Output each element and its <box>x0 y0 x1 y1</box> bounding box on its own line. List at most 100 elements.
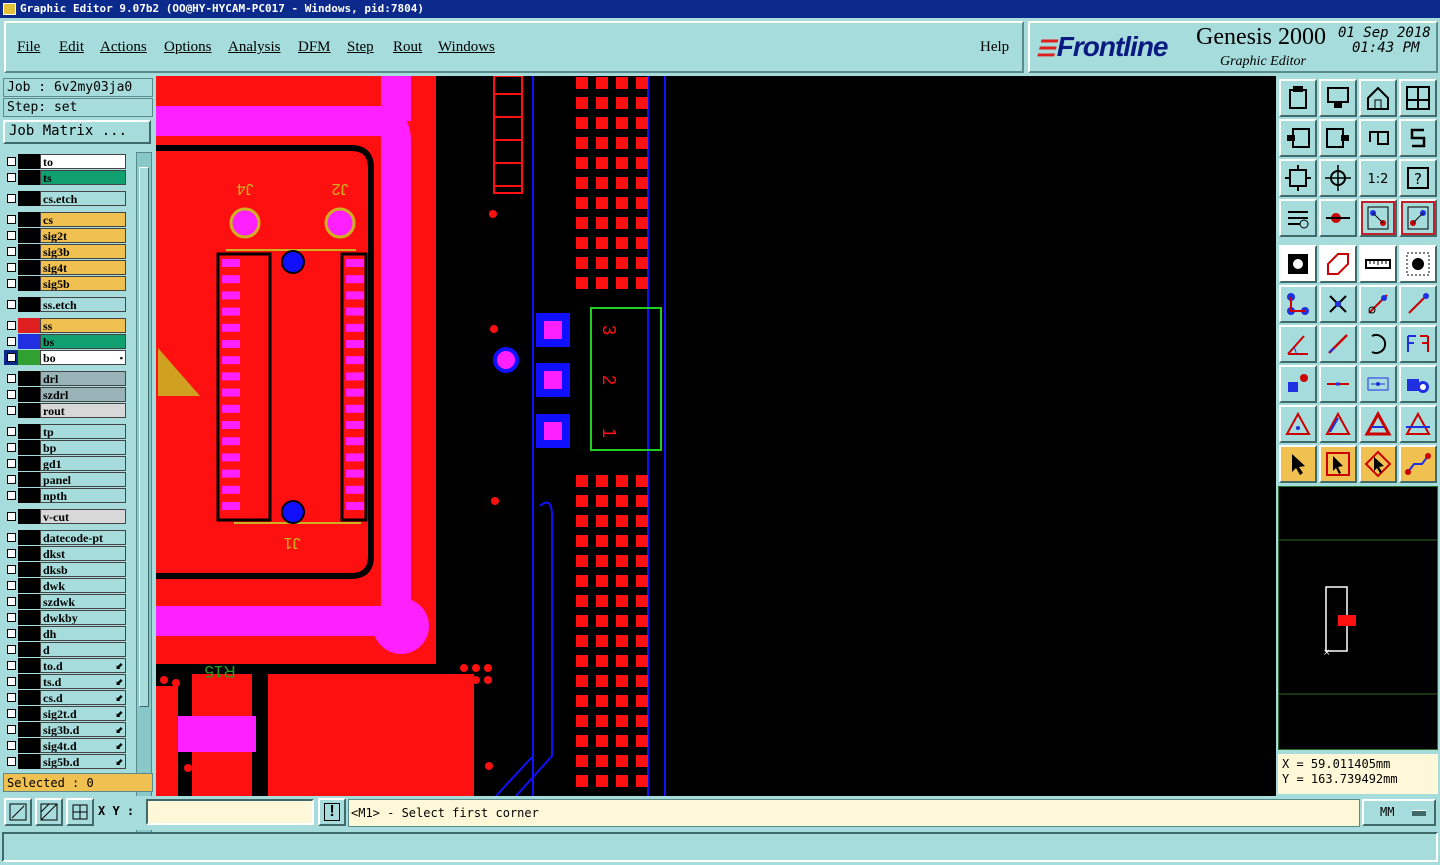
layer-color-swatch[interactable] <box>18 440 40 455</box>
layer-color-swatch[interactable] <box>18 276 40 291</box>
scroll-thumb[interactable] <box>139 167 149 707</box>
layer-checkbox[interactable] <box>4 488 18 503</box>
triangle-a-button[interactable] <box>1279 405 1317 443</box>
layer-row-sig2t-d[interactable]: sig2t.d ⬋ <box>4 706 126 721</box>
layer-checkbox[interactable] <box>4 170 18 185</box>
layer-checkbox[interactable] <box>4 276 18 291</box>
layer-checkbox[interactable] <box>4 350 18 365</box>
layer-row-cs-d[interactable]: cs.d ⬋ <box>4 690 126 705</box>
layer-color-swatch[interactable] <box>18 472 40 487</box>
layer-color-swatch[interactable] <box>18 350 40 365</box>
select-pad-button[interactable] <box>1279 365 1317 403</box>
layer-color-swatch[interactable] <box>18 318 40 333</box>
add-line-node-button[interactable] <box>1359 285 1397 323</box>
layer-checkbox[interactable] <box>4 754 18 769</box>
move-node-button[interactable] <box>1399 285 1437 323</box>
layer-name[interactable]: dksb <box>40 562 126 577</box>
layer-row-sig3b[interactable]: sig3b <box>4 244 126 259</box>
layer-checkbox[interactable] <box>4 212 18 227</box>
layer-checkbox[interactable] <box>4 546 18 561</box>
menu-options[interactable]: Options <box>164 39 212 56</box>
menu-file[interactable]: File <box>17 39 40 56</box>
layer-checkbox[interactable] <box>4 387 18 402</box>
layer-color-swatch[interactable] <box>18 424 40 439</box>
layer-name[interactable]: gd1 <box>40 456 126 471</box>
layer-name[interactable]: ss <box>40 318 126 333</box>
layer-name[interactable]: dkst <box>40 546 126 561</box>
layer-name[interactable]: panel <box>40 472 126 487</box>
select-box-button[interactable] <box>1319 445 1357 483</box>
layer-color-swatch[interactable] <box>18 642 40 657</box>
layer-color-swatch[interactable] <box>18 456 40 471</box>
prev-step-button[interactable] <box>1279 119 1317 157</box>
layer-name[interactable]: sig2t <box>40 228 126 243</box>
layer-color-swatch[interactable] <box>18 403 40 418</box>
layer-name[interactable]: sig4t <box>40 260 126 275</box>
layer-color-swatch[interactable] <box>18 546 40 561</box>
layer-checkbox[interactable] <box>4 424 18 439</box>
redraw-button[interactable] <box>1399 119 1437 157</box>
j4-pad[interactable] <box>229 207 261 239</box>
layer-color-swatch[interactable] <box>18 260 40 275</box>
layer-checkbox[interactable] <box>4 690 18 705</box>
layer-checkbox[interactable] <box>4 334 18 349</box>
home-button[interactable] <box>1359 79 1397 117</box>
net-compare-button[interactable] <box>1399 199 1437 237</box>
layer-row-dwkby[interactable]: dwkby <box>4 610 126 625</box>
layer-name[interactable]: rout <box>40 403 126 418</box>
layer-row-datecode-pt[interactable]: datecode-pt <box>4 530 126 545</box>
layer-row-drl[interactable]: drl <box>4 371 126 386</box>
undo-button[interactable] <box>1359 119 1397 157</box>
job-matrix-button[interactable]: Job Matrix ... <box>3 120 151 144</box>
layer-row-szdwk[interactable]: szdwk <box>4 594 126 609</box>
layer-row-cs[interactable]: cs <box>4 212 126 227</box>
layer-row-bp[interactable]: bp <box>4 440 126 455</box>
layer-name[interactable]: sig2t.d ⬋ <box>40 706 126 721</box>
layer-row-dksb[interactable]: dksb <box>4 562 126 577</box>
alert-button[interactable]: ! <box>318 798 346 826</box>
layer-color-swatch[interactable] <box>18 334 40 349</box>
layer-color-swatch[interactable] <box>18 297 40 312</box>
layer-name[interactable]: dwk <box>40 578 126 593</box>
select-dot-button[interactable] <box>1399 245 1437 283</box>
layer-checkbox[interactable] <box>4 610 18 625</box>
flip-f-button[interactable] <box>1399 325 1437 363</box>
layer-name[interactable]: dwkby <box>40 610 126 625</box>
layer-name[interactable]: ts <box>40 170 126 185</box>
layer-checkbox[interactable] <box>4 244 18 259</box>
edit-shape-button[interactable] <box>1319 245 1357 283</box>
layer-row-rout[interactable]: rout <box>4 403 126 418</box>
via-top[interactable] <box>281 250 305 274</box>
probe-button[interactable] <box>1319 199 1357 237</box>
layer-name[interactable]: to.d ⬋ <box>40 658 126 673</box>
select-rotate-button[interactable] <box>1359 445 1397 483</box>
layer-name[interactable]: dh <box>40 626 126 641</box>
layer-checkbox[interactable] <box>4 706 18 721</box>
layer-row-sig2t[interactable]: sig2t <box>4 228 126 243</box>
layer-row-ss[interactable]: ss <box>4 318 126 333</box>
layer-row-sig5b[interactable]: sig5b <box>4 276 126 291</box>
save-button[interactable] <box>1319 79 1357 117</box>
layer-color-swatch[interactable] <box>18 488 40 503</box>
layer-row-bo[interactable]: bo ▪ <box>4 350 126 365</box>
layer-color-swatch[interactable] <box>18 371 40 386</box>
layer-checkbox[interactable] <box>4 260 18 275</box>
overview-svg[interactable]: × <box>1279 487 1437 749</box>
layer-color-swatch[interactable] <box>18 674 40 689</box>
open-job-button[interactable] <box>1279 79 1317 117</box>
layer-row-dwk[interactable]: dwk <box>4 578 126 593</box>
layer-color-swatch[interactable] <box>18 706 40 721</box>
layer-checkbox[interactable] <box>4 154 18 169</box>
resize-pad-button[interactable] <box>1399 365 1437 403</box>
layer-row-sig4t-d[interactable]: sig4t.d ⬋ <box>4 738 126 753</box>
layer-name[interactable]: tp <box>40 424 126 439</box>
layer-row-ts-d[interactable]: ts.d ⬋ <box>4 674 126 689</box>
layer-name[interactable]: v-cut <box>40 509 126 524</box>
via-mid[interactable] <box>493 347 519 373</box>
layer-color-swatch[interactable] <box>18 170 40 185</box>
layer-row-dkst[interactable]: dkst <box>4 546 126 561</box>
layer-row-sig5b-d[interactable]: sig5b.d ⬋ <box>4 754 126 769</box>
angle-button[interactable] <box>1279 325 1317 363</box>
snap-pad-button[interactable] <box>1279 245 1317 283</box>
layer-name[interactable]: bp <box>40 440 126 455</box>
